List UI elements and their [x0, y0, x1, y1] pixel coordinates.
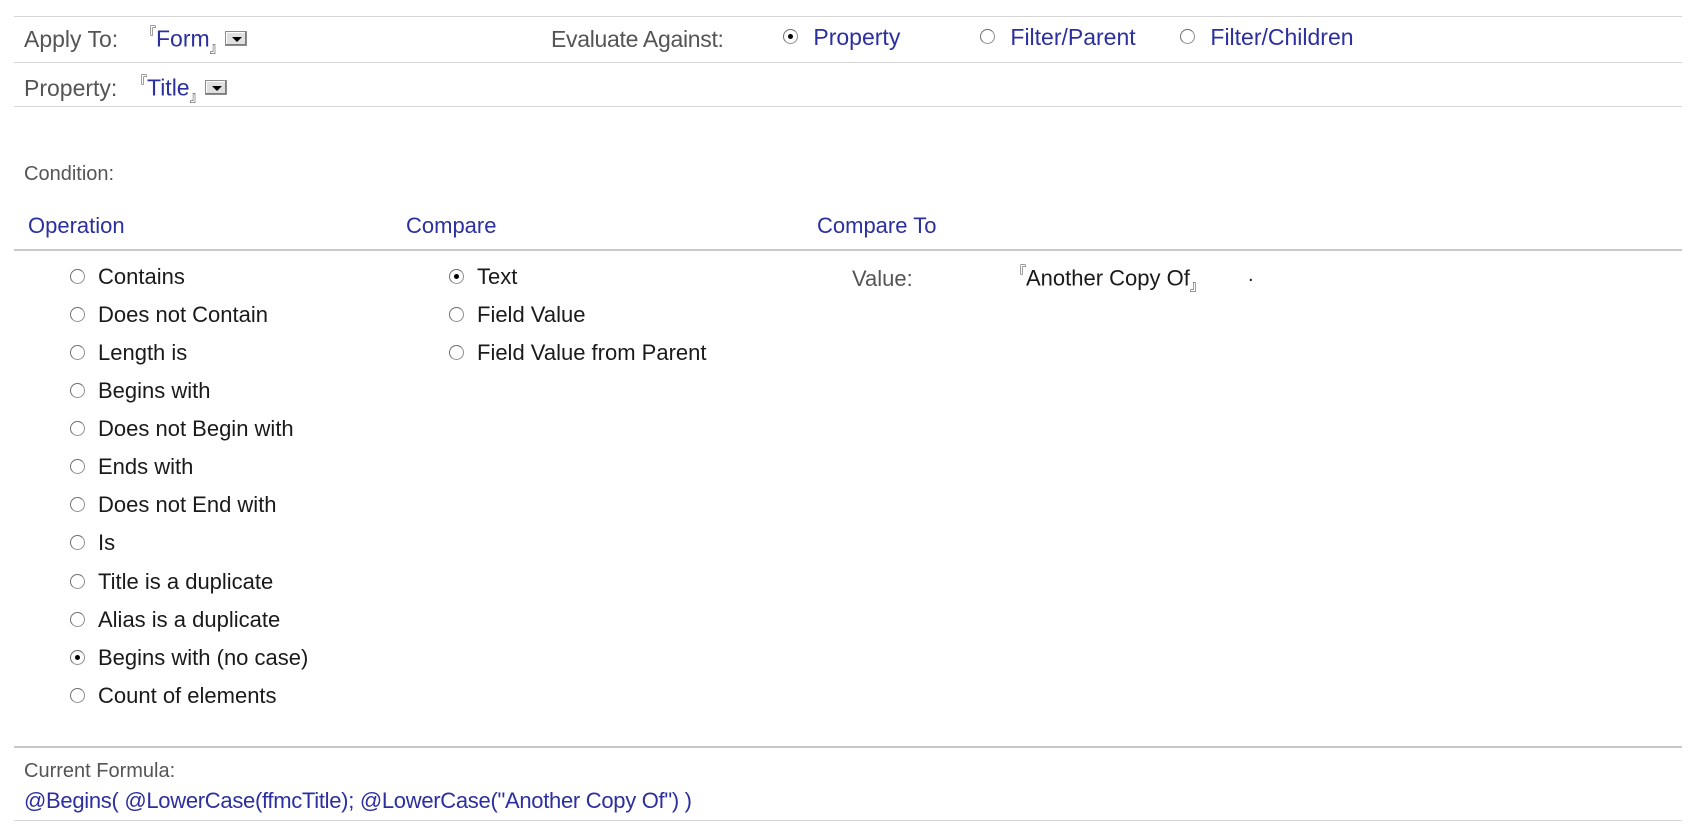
operation-option[interactable]: Ends with [70, 454, 193, 480]
formula-value: @Begins( @LowerCase(ffmcTitle); @LowerCa… [24, 788, 692, 813]
evaluate-option-property[interactable]: Property [783, 24, 900, 51]
compare-label: Field Value [477, 302, 586, 327]
header-divider [14, 249, 1682, 251]
operation-option[interactable]: Begins with [70, 378, 211, 404]
field-close-bracket: 』 [1189, 277, 1204, 294]
property-dropdown[interactable]: 『Title』 [133, 72, 227, 106]
radio-icon[interactable] [70, 534, 85, 550]
operation-label: Contains [98, 264, 185, 289]
field-open-bracket: 『 [142, 25, 156, 41]
operation-option[interactable]: Begins with (no case) [70, 645, 308, 671]
compare-option[interactable]: Field Value [449, 302, 585, 328]
radio-icon[interactable] [70, 573, 85, 589]
evaluate-option-filter-parent[interactable]: Filter/Parent [980, 24, 1136, 51]
radio-icon[interactable] [783, 29, 798, 45]
compare-to-value-field[interactable]: 『Another Copy Of』 [1012, 262, 1204, 296]
operation-label: Length is [98, 340, 188, 365]
column-header-compare: Compare [406, 213, 497, 238]
column-header-operation: Operation [28, 213, 125, 238]
operation-option[interactable]: Alias is a duplicate [70, 607, 280, 633]
compare-label: Field Value from Parent [477, 340, 707, 365]
operation-option[interactable]: Length is [70, 340, 187, 366]
evaluate-option-label: Property [813, 24, 901, 50]
radio-icon[interactable] [70, 382, 85, 398]
operation-label: Does not Contain [98, 302, 268, 327]
radio-icon[interactable] [70, 306, 85, 322]
radio-icon[interactable] [70, 420, 85, 436]
compare-option[interactable]: Text [449, 264, 517, 290]
formula-divider [14, 746, 1682, 748]
operation-label: Does not Begin with [98, 416, 294, 441]
formula-label: Current Formula: [24, 760, 176, 782]
operation-option[interactable]: Contains [70, 264, 185, 290]
radio-icon[interactable] [980, 29, 995, 45]
chevron-down-icon[interactable] [224, 31, 247, 47]
operation-label: Count of elements [98, 683, 277, 708]
field-open-bracket: 『 [1012, 264, 1026, 280]
column-header-compare-to: Compare To [817, 213, 937, 238]
operation-option[interactable]: Does not End with [70, 492, 277, 518]
operation-option[interactable]: Does not Begin with [70, 416, 294, 442]
operation-label: Ends with [98, 454, 194, 479]
radio-icon[interactable] [70, 268, 85, 284]
trailing-dot: . [1248, 264, 1254, 286]
evaluate-option-label: Filter/Children [1210, 24, 1354, 50]
divider [14, 106, 1682, 107]
evaluate-option-filter-children[interactable]: Filter/Children [1180, 24, 1354, 51]
compare-to-value-label: Value: [852, 266, 913, 291]
operation-label: Does not End with [98, 492, 277, 517]
radio-icon[interactable] [70, 344, 85, 360]
apply-to-value: Form [156, 25, 210, 52]
operation-label: Alias is a duplicate [98, 607, 281, 632]
operation-option[interactable]: Does not Contain [70, 302, 268, 328]
compare-option[interactable]: Field Value from Parent [449, 340, 706, 366]
evaluate-against-label: Evaluate Against: [551, 26, 724, 52]
condition-label: Condition: [24, 163, 115, 185]
radio-icon[interactable] [70, 687, 85, 703]
evaluate-option-label: Filter/Parent [1010, 24, 1136, 50]
apply-to-label: Apply To: [24, 26, 119, 52]
operation-option[interactable]: Count of elements [70, 683, 277, 709]
radio-icon[interactable] [70, 496, 85, 512]
radio-icon[interactable] [1180, 29, 1195, 45]
operation-label: Begins with (no case) [98, 645, 309, 670]
property-label: Property: [24, 75, 118, 101]
radio-icon[interactable] [70, 458, 85, 474]
operation-option[interactable]: Is [70, 530, 115, 556]
radio-icon[interactable] [70, 649, 85, 665]
property-value: Title [147, 74, 190, 101]
divider [14, 16, 1682, 17]
compare-label: Text [477, 264, 518, 289]
operation-label: Title is a duplicate [98, 569, 274, 594]
compare-to-value: Another Copy Of [1026, 265, 1190, 291]
radio-icon[interactable] [449, 268, 464, 284]
operation-label: Begins with [98, 378, 211, 403]
field-close-bracket: 』 [189, 88, 204, 105]
operation-label: Is [98, 530, 116, 555]
divider [14, 62, 1682, 63]
radio-icon[interactable] [449, 306, 464, 322]
field-open-bracket: 『 [133, 74, 147, 90]
radio-icon[interactable] [449, 344, 464, 360]
chevron-down-icon[interactable] [204, 80, 227, 96]
field-close-bracket: 』 [209, 39, 224, 56]
operation-option[interactable]: Title is a duplicate [70, 569, 273, 595]
bottom-divider [14, 820, 1682, 821]
radio-icon[interactable] [70, 611, 85, 627]
apply-to-dropdown[interactable]: 『Form』 [142, 23, 247, 57]
